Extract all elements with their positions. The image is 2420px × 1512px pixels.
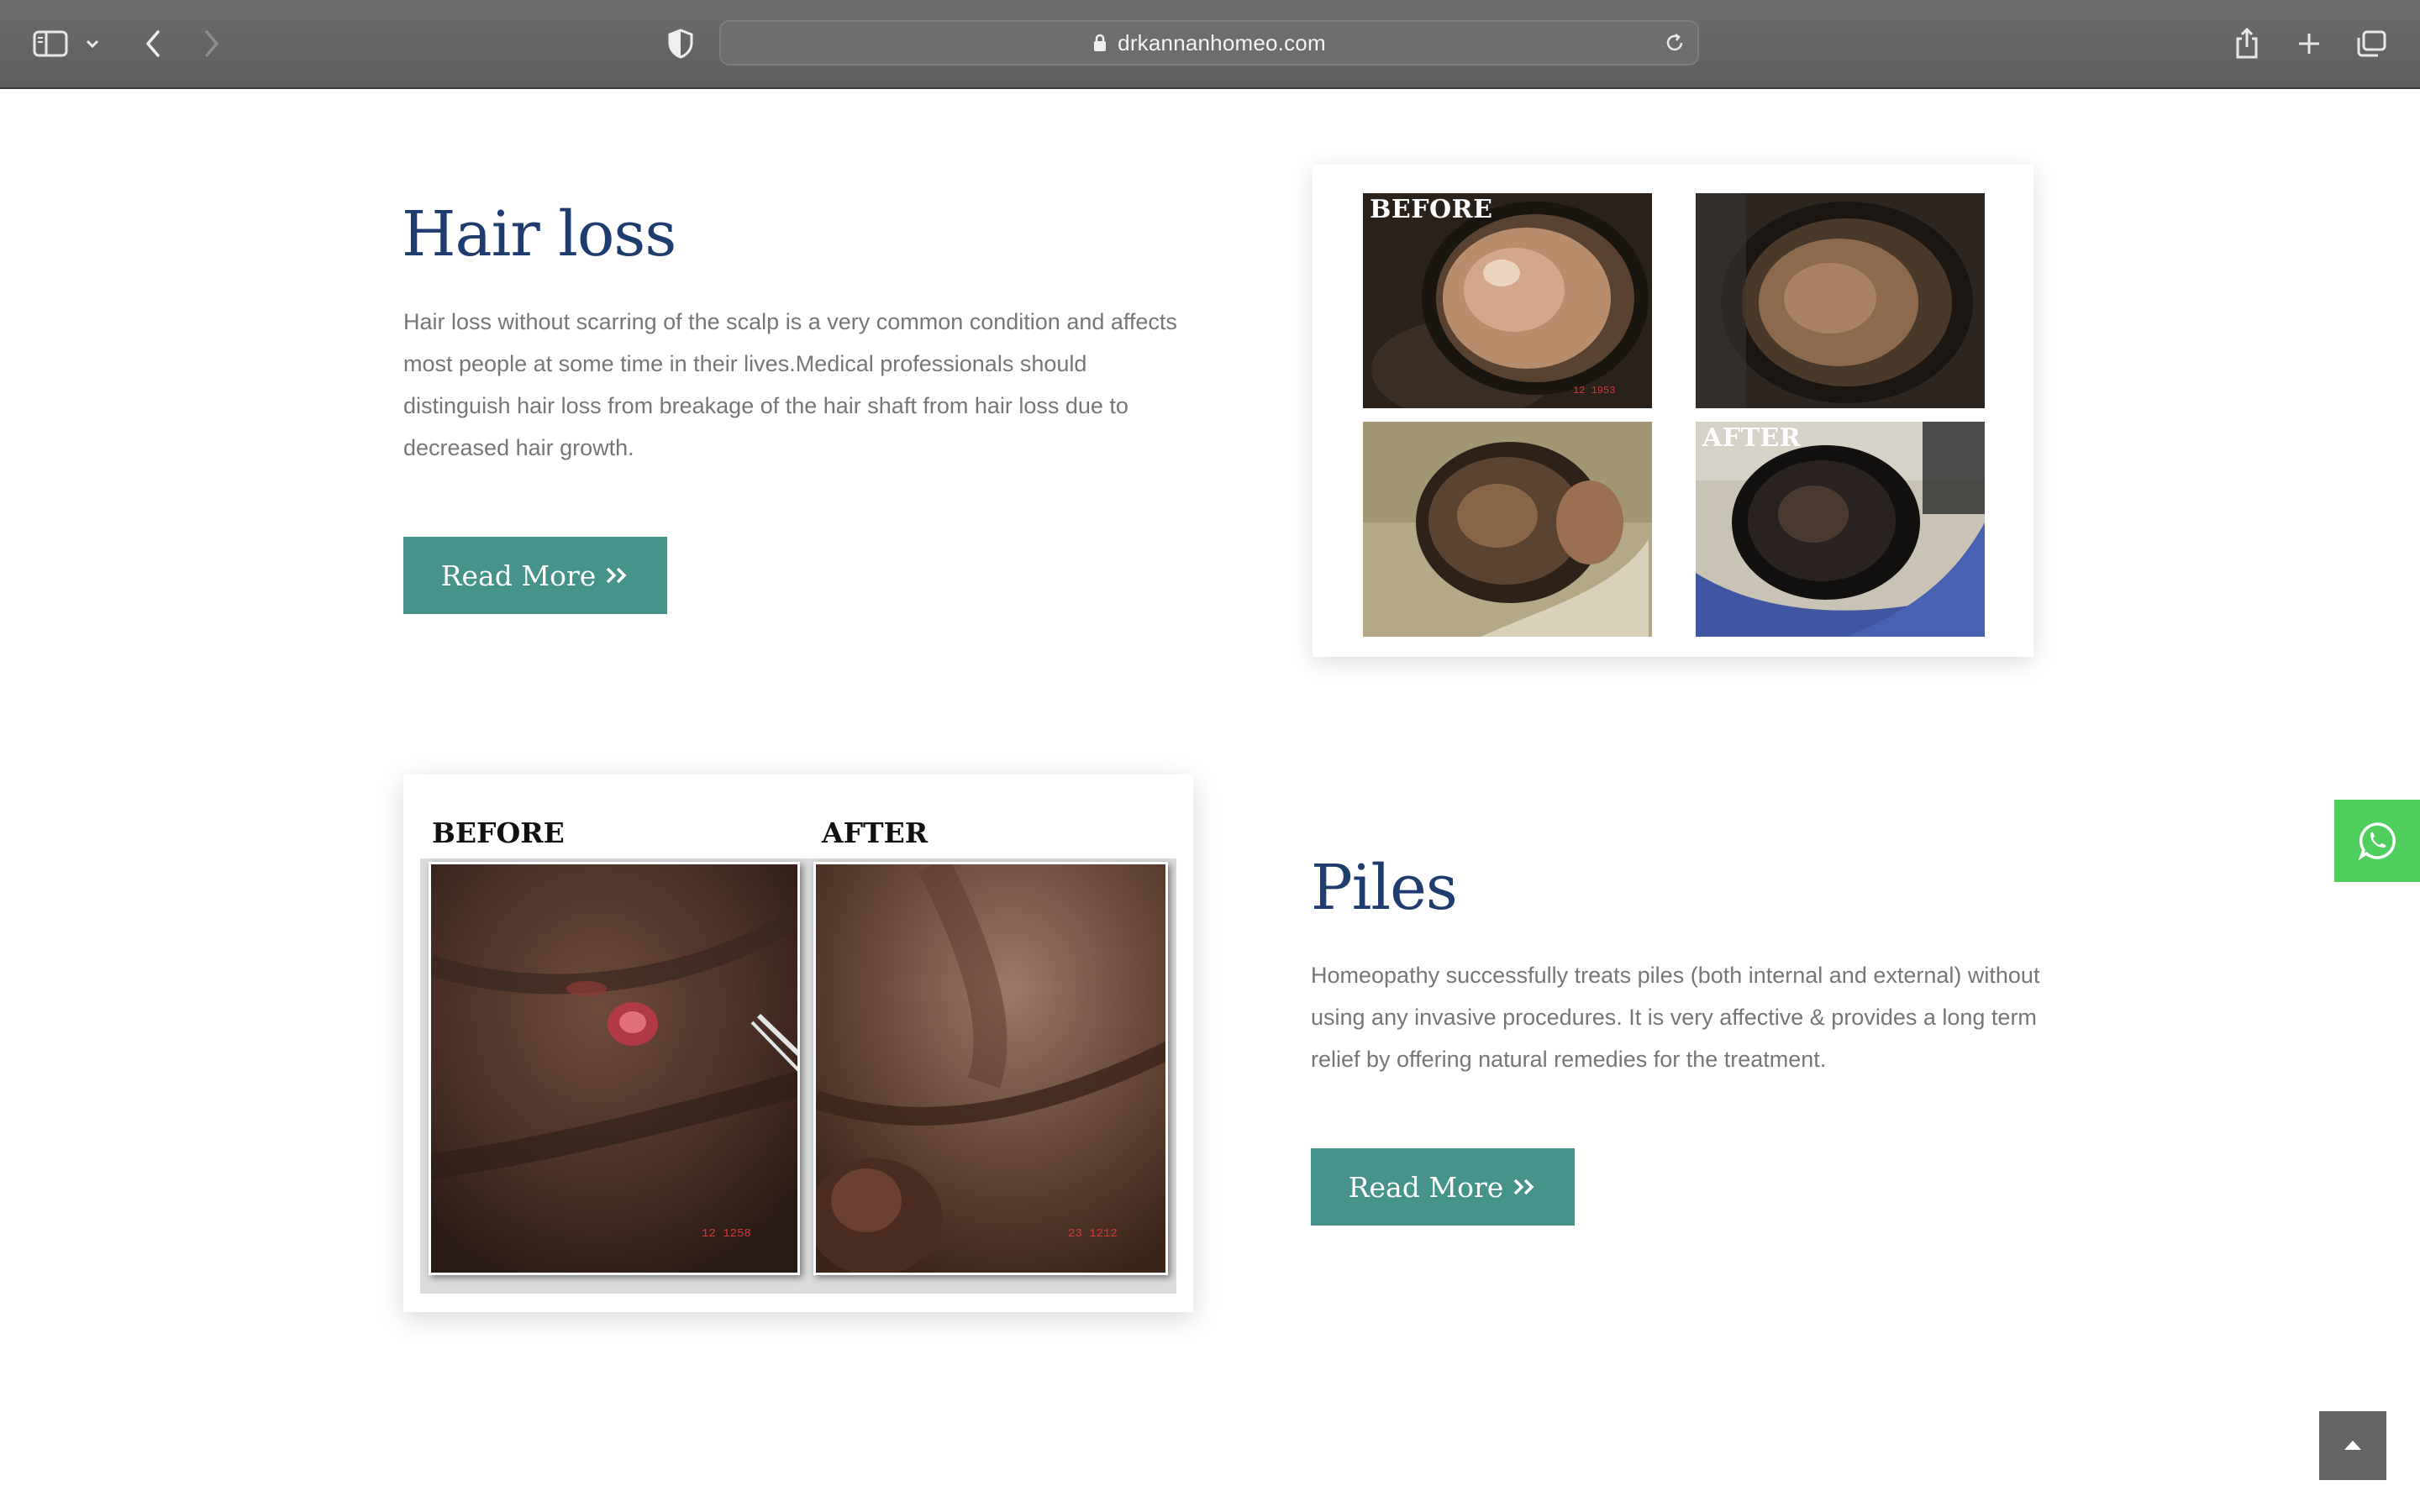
hair-before-photo-1: BEFORE 12 1953: [1363, 193, 1652, 408]
piles-before-after-card: BEFORE AFTER 12 1258 23 1212: [403, 774, 1193, 1312]
hair-loss-title: Hair loss: [402, 198, 676, 270]
hair-after-photo-1: [1363, 422, 1652, 637]
tabs-overview-icon[interactable]: [2349, 22, 2393, 66]
chevron-up-icon: [2344, 1441, 2361, 1450]
photo-date-stamp: 23 1212: [1068, 1227, 1118, 1241]
piles-description: Homeopathy successfully treats piles (bo…: [1311, 963, 2040, 1072]
shield-icon[interactable]: [659, 22, 702, 66]
sidebar-icon[interactable]: [29, 22, 72, 66]
back-button[interactable]: [131, 22, 175, 66]
url-text: drkannanhomeo.com: [1118, 29, 1326, 55]
after-label: AFTER: [1702, 423, 1802, 453]
chevron-right-icon: [205, 30, 218, 57]
double-chevron-right-icon: [1512, 1171, 1537, 1204]
whatsapp-icon: [2358, 822, 2396, 861]
whatsapp-button[interactable]: [2334, 800, 2420, 882]
chevron-left-icon: [146, 30, 160, 57]
piles-after-photo: 23 1212: [813, 862, 1168, 1275]
forward-button[interactable]: [190, 22, 234, 66]
piles-read-more-button[interactable]: Read More: [1311, 1148, 1575, 1226]
hair-loss-description: Hair loss without scarring of the scalp …: [403, 309, 1177, 460]
double-chevron-right-icon: [604, 559, 629, 592]
piles-before-photo: 12 1258: [429, 862, 800, 1275]
share-icon[interactable]: [2225, 22, 2269, 66]
before-label: BEFORE: [432, 816, 565, 849]
photo-date-stamp: 12 1258: [702, 1227, 751, 1241]
browser-toolbar: drkannanhomeo.com: [0, 0, 2420, 89]
after-label: AFTER: [822, 816, 929, 849]
lock-icon: [1094, 34, 1107, 51]
hair-loss-read-more-button[interactable]: Read More: [403, 537, 667, 614]
read-more-label: Read More: [440, 559, 597, 592]
hair-after-photo-2: AFTER: [1696, 422, 1985, 637]
photo-date-stamp: 12 1953: [1573, 385, 1616, 396]
scroll-to-top-button[interactable]: [2319, 1411, 2386, 1480]
chevron-down-icon[interactable]: [76, 22, 109, 66]
reload-icon[interactable]: [1664, 32, 1686, 54]
read-more-label: Read More: [1348, 1170, 1504, 1204]
hair-loss-before-after-card: BEFORE 12 1953 AFTER: [1313, 165, 2033, 657]
hair-before-photo-2: [1696, 193, 1985, 408]
plus-icon[interactable]: [2287, 22, 2331, 66]
piles-title: Piles: [1311, 852, 1458, 924]
before-label: BEFORE: [1370, 195, 1493, 224]
address-bar[interactable]: drkannanhomeo.com: [719, 20, 1699, 66]
